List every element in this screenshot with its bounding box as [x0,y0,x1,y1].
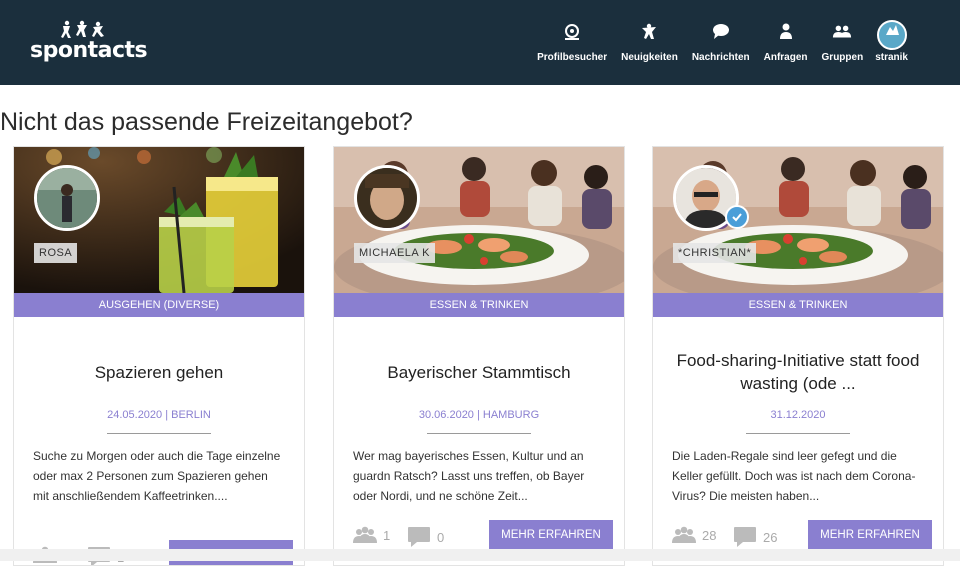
profile-visitors-icon [565,24,580,40]
category-label[interactable]: ESSEN & TRINKEN [334,293,624,317]
activity-date-location: 30.06.2020 | HAMBURG [418,409,540,421]
card-footer: 28 26 MEHR ERFAHREN [672,520,932,552]
groups-icon [833,25,852,38]
comments-count: 26 [763,529,778,545]
page-title: Nicht das passende Freizeitangebot? [0,108,413,136]
activity-description: Die Laden-Regale sind leer gefegt und di… [672,449,916,503]
divider [107,433,211,434]
activity-date-location: 31.12.2020 [770,409,826,421]
activity-description: Suche zu Morgen oder auch die Tage einze… [33,449,281,503]
divider [746,433,850,434]
nav-messages[interactable]: Nachrichten [692,22,750,63]
verified-badge-icon [725,205,749,229]
participants-icon [353,526,377,543]
top-navigation-bar: spontacts Profilbesucher Neuigkeiten Nac… [0,0,960,85]
category-label[interactable]: AUSGEHEN (DIVERSE) [14,293,304,317]
participants-icon [672,526,696,543]
spontacts-logo[interactable]: spontacts [30,20,148,68]
activity-card[interactable]: ROSA AUSGEHEN (DIVERSE) Spazieren gehen … [13,146,305,566]
activity-card[interactable]: MICHAELA K ESSEN & TRINKEN Bayerischer S… [333,146,625,566]
main-nav: Profilbesucher Neuigkeiten Nachrichten A… [523,20,908,63]
nav-user-profile[interactable]: stranik [875,20,908,63]
nav-label: Profilbesucher [537,52,608,63]
organizer-name[interactable]: MICHAELA K [354,243,436,263]
checkmark-icon [732,213,742,222]
comments-stat: 26 [733,526,777,548]
participants-stat: 28 [672,526,716,544]
card-image[interactable]: ROSA [14,147,304,293]
activity-date-location: 24.05.2020 | BERLIN [107,409,211,421]
nav-label: Nachrichten [691,52,750,63]
nav-groups[interactable]: Gruppen [821,22,864,63]
user-avatar-icon [885,25,899,35]
user-name: stranik [875,52,908,63]
user-avatar [876,20,907,50]
requests-icon [779,23,792,39]
nav-news[interactable]: Neuigkeiten [621,22,678,63]
divider [427,433,531,434]
participants-count: 28 [702,527,717,543]
activity-title[interactable]: Bayerischer Stammtisch [334,345,624,399]
horizontal-scrollbar[interactable] [0,549,960,561]
nav-label: Gruppen [821,52,864,63]
participants-stat: 1 [353,526,390,544]
organizer-name[interactable]: *CHRISTIAN* [673,243,757,263]
logo-wordmark: spontacts [30,38,148,63]
logo-figures-icon [61,20,104,38]
activity-description: Wer mag bayerisches Essen, Kultur und an… [353,449,585,503]
comments-icon [408,527,430,547]
nav-label: Anfragen [763,52,808,63]
avatar-photo [357,168,417,228]
messages-icon [712,24,729,39]
card-image[interactable]: MICHAELA K [334,147,624,293]
comments-count: 0 [437,529,445,545]
participants-count: 1 [383,527,391,543]
nav-profile-visitors[interactable]: Profilbesucher [537,22,607,63]
card-image[interactable]: *CHRISTIAN* [653,147,943,293]
nav-label: Neuigkeiten [621,52,678,63]
card-footer: 1 0 MEHR ERFAHREN [353,520,613,552]
comments-stat: 0 [407,526,444,548]
comments-icon [734,527,756,547]
news-icon [642,23,657,39]
nav-requests[interactable]: Anfragen [764,22,808,63]
activity-title[interactable]: Food-sharing-Initiative statt food wasti… [653,345,943,399]
category-label[interactable]: ESSEN & TRINKEN [653,293,943,317]
organizer-name[interactable]: ROSA [34,243,78,263]
organizer-avatar[interactable] [34,165,100,231]
organizer-avatar[interactable] [354,165,420,231]
avatar-photo [37,168,97,228]
more-info-button[interactable]: MEHR ERFAHREN [808,520,932,550]
activity-title[interactable]: Spazieren gehen [14,345,304,399]
activity-card[interactable]: *CHRISTIAN* ESSEN & TRINKEN Food-sharing… [652,146,944,566]
more-info-button[interactable]: MEHR ERFAHREN [489,520,613,550]
